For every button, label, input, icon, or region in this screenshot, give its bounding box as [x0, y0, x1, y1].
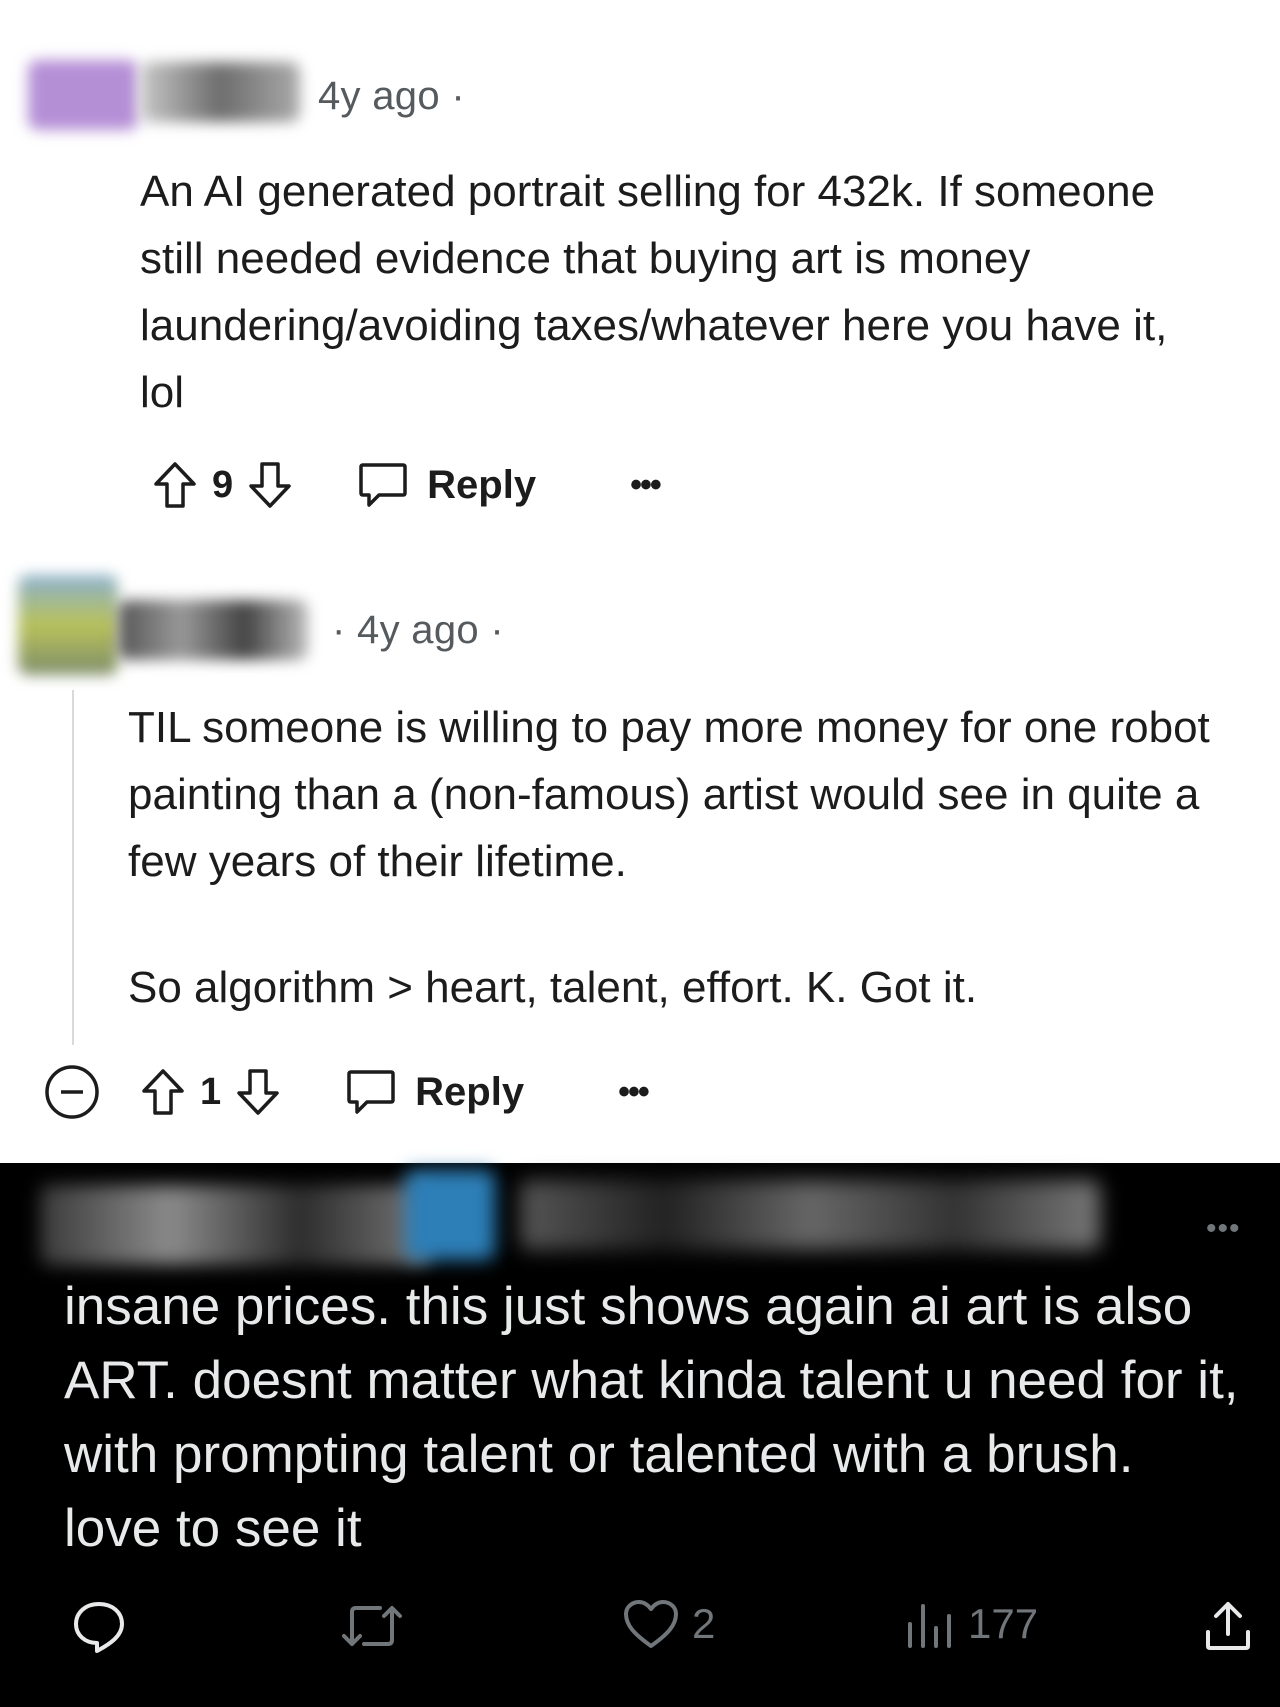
- collapse-icon[interactable]: [44, 1064, 100, 1120]
- username-blurred[interactable]: [140, 62, 300, 122]
- thread-line[interactable]: [72, 690, 74, 1045]
- handle-blurred[interactable]: [520, 1180, 1100, 1250]
- reply-label: Reply: [415, 1069, 525, 1114]
- reply-icon: [74, 1602, 124, 1653]
- timestamp: 4y ago: [318, 74, 440, 118]
- views-count: 177: [968, 1600, 1039, 1647]
- comment-body: TIL someone is willing to pay more money…: [128, 703, 1210, 886]
- more-options-button[interactable]: •••: [1206, 1212, 1241, 1246]
- comment-body: An AI generated portrait selling for 432…: [140, 167, 1168, 417]
- views-button[interactable]: 177: [904, 1598, 1038, 1650]
- vote-count: 1: [200, 1070, 222, 1113]
- vote-count: 9: [212, 463, 234, 506]
- comment-body-second-paragraph: So algorithm > heart, talent, effort. K.…: [128, 963, 978, 1012]
- tweet-body: insane prices. this just shows again ai …: [64, 1277, 1239, 1558]
- avatar-blurred[interactable]: [28, 60, 138, 130]
- comment-bubble-icon: [359, 463, 407, 507]
- avatar-blurred[interactable]: [18, 575, 118, 675]
- views-icon: [908, 1604, 951, 1648]
- more-options-button[interactable]: •••: [630, 466, 662, 505]
- username-blurred[interactable]: [118, 600, 308, 660]
- reply-button[interactable]: Reply: [357, 461, 536, 509]
- comment-meta: 4y ago ·: [318, 74, 465, 118]
- downvote-icon[interactable]: [247, 460, 293, 510]
- upvote-icon[interactable]: [152, 460, 198, 510]
- comment-actions: 9 Reply •••: [152, 460, 662, 510]
- reply-button[interactable]: Reply: [345, 1068, 524, 1116]
- like-count: 2: [692, 1600, 716, 1647]
- share-button[interactable]: [1200, 1598, 1256, 1654]
- downvote-icon[interactable]: [235, 1067, 281, 1117]
- more-options-button[interactable]: •••: [618, 1073, 650, 1112]
- reply-label: Reply: [427, 462, 537, 507]
- tweet-header-blurred[interactable]: [40, 1185, 430, 1265]
- timestamp: 4y ago: [357, 608, 479, 652]
- retweet-icon: [342, 1606, 402, 1646]
- avatar-blurred[interactable]: [405, 1170, 495, 1260]
- comment-actions: 1 Reply •••: [44, 1064, 650, 1120]
- comment-bubble-icon: [347, 1070, 395, 1114]
- retweet-button[interactable]: [340, 1598, 404, 1654]
- heart-icon: [624, 1600, 678, 1648]
- reply-button[interactable]: [70, 1598, 128, 1656]
- share-icon: [1206, 1602, 1250, 1650]
- comment-meta: · 4y ago ·: [332, 608, 504, 652]
- upvote-icon[interactable]: [140, 1067, 186, 1117]
- like-button[interactable]: 2: [622, 1598, 715, 1650]
